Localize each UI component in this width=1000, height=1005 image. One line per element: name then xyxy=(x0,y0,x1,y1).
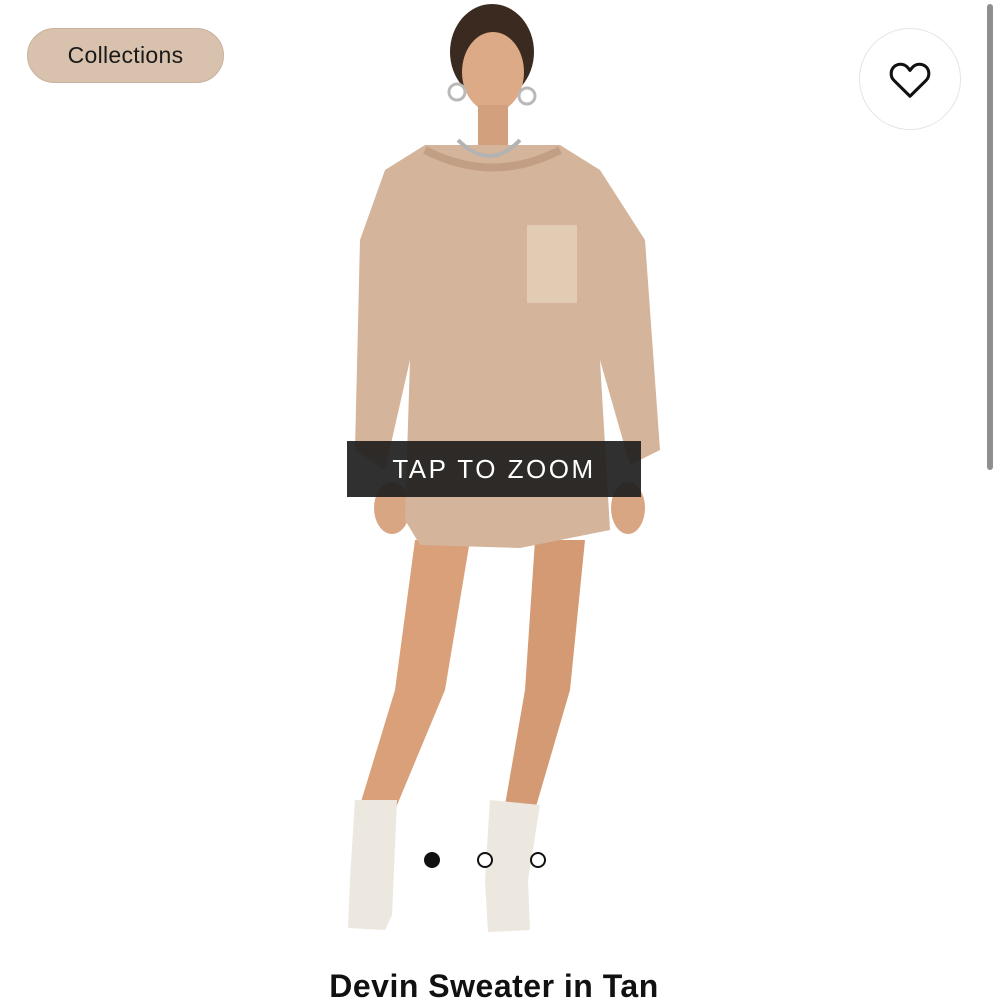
pager-dot-1[interactable] xyxy=(424,852,440,868)
collections-button[interactable]: Collections xyxy=(27,28,224,83)
tap-to-zoom-button[interactable]: TAP TO ZOOM xyxy=(347,441,641,497)
heart-icon xyxy=(889,62,931,98)
image-pager xyxy=(424,848,574,872)
product-title: Devin Sweater in Tan xyxy=(329,968,659,1004)
favorite-button[interactable] xyxy=(859,28,961,130)
pager-dot-3[interactable] xyxy=(530,852,546,868)
scrollbar[interactable] xyxy=(987,4,993,470)
pager-dot-2[interactable] xyxy=(477,852,493,868)
